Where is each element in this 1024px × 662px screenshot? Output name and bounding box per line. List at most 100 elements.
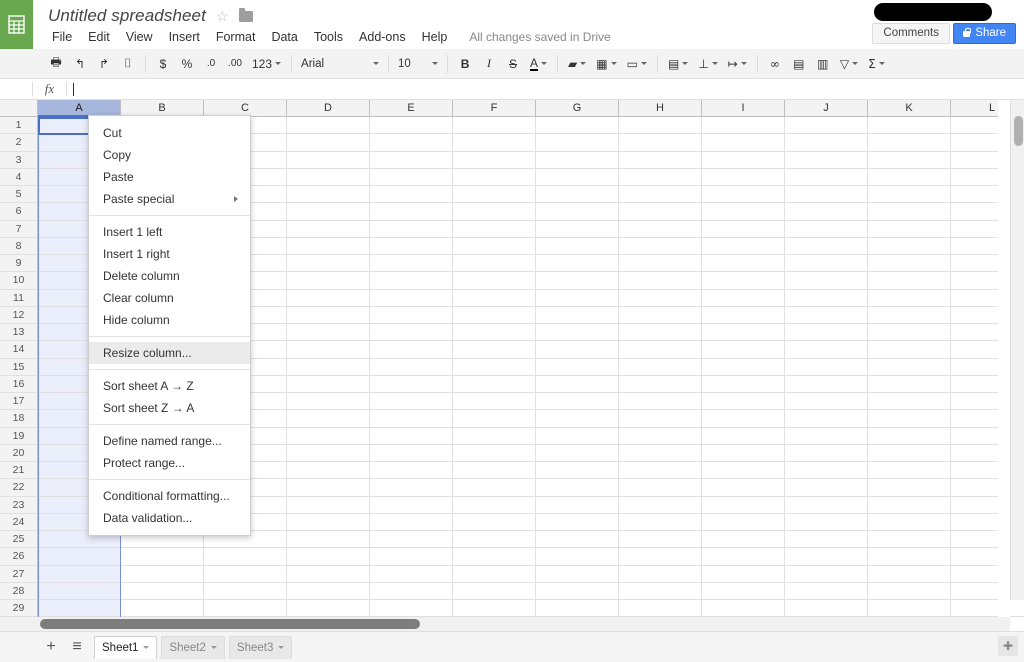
- cell-I17[interactable]: [702, 393, 785, 411]
- row-header-25[interactable]: 25: [0, 531, 38, 549]
- cell-G11[interactable]: [536, 289, 619, 307]
- row-header-11[interactable]: 11: [0, 289, 38, 307]
- cell-H24[interactable]: [619, 513, 702, 531]
- text-wrap-button[interactable]: ↦: [724, 53, 751, 75]
- cell-F21[interactable]: [453, 462, 536, 480]
- cell-F26[interactable]: [453, 548, 536, 566]
- cell-D29[interactable]: [287, 600, 370, 617]
- text-color-button[interactable]: A: [526, 53, 551, 75]
- cell-H23[interactable]: [619, 496, 702, 514]
- menu-format[interactable]: Format: [208, 28, 264, 46]
- cell-D4[interactable]: [287, 168, 370, 186]
- cell-G25[interactable]: [536, 531, 619, 549]
- cell-H27[interactable]: [619, 565, 702, 583]
- row-header-16[interactable]: 16: [0, 375, 38, 393]
- row-header-1[interactable]: 1: [0, 117, 38, 135]
- cell-J15[interactable]: [785, 358, 868, 376]
- cell-D3[interactable]: [287, 151, 370, 169]
- cell-D6[interactable]: [287, 203, 370, 221]
- cell-J1[interactable]: [785, 117, 868, 135]
- column-header-e[interactable]: E: [370, 100, 453, 117]
- menu-tools[interactable]: Tools: [306, 28, 351, 46]
- chevron-down-icon[interactable]: [278, 646, 285, 649]
- horizontal-align-button[interactable]: ▤: [664, 53, 692, 75]
- cell-K17[interactable]: [868, 393, 951, 411]
- cell-J17[interactable]: [785, 393, 868, 411]
- cell-G5[interactable]: [536, 186, 619, 204]
- cell-G7[interactable]: [536, 220, 619, 238]
- increase-decimal-button[interactable]: .00: [224, 53, 246, 75]
- cell-K15[interactable]: [868, 358, 951, 376]
- cell-F10[interactable]: [453, 272, 536, 290]
- cell-I20[interactable]: [702, 444, 785, 462]
- cell-J21[interactable]: [785, 462, 868, 480]
- context-menu-item-clear-column[interactable]: Clear column: [89, 287, 250, 309]
- cell-G1[interactable]: [536, 117, 619, 135]
- cell-E21[interactable]: [370, 462, 453, 480]
- row-header-3[interactable]: 3: [0, 151, 38, 169]
- menu-data[interactable]: Data: [263, 28, 305, 46]
- row-header-12[interactable]: 12: [0, 306, 38, 324]
- cell-J10[interactable]: [785, 272, 868, 290]
- cell-E17[interactable]: [370, 393, 453, 411]
- cell-K1[interactable]: [868, 117, 951, 135]
- fill-color-button[interactable]: ▰: [564, 53, 590, 75]
- cell-E16[interactable]: [370, 375, 453, 393]
- cell-D7[interactable]: [287, 220, 370, 238]
- cell-H28[interactable]: [619, 582, 702, 600]
- cell-I25[interactable]: [702, 531, 785, 549]
- context-menu-item-sort-sheet-z-a[interactable]: Sort sheet Z → A: [89, 397, 250, 419]
- insert-chart-icon[interactable]: ▥: [812, 53, 834, 75]
- column-context-menu[interactable]: Cut Copy Paste Paste special Insert 1 left In…: [88, 115, 251, 536]
- cell-K4[interactable]: [868, 168, 951, 186]
- menu-insert[interactable]: Insert: [161, 28, 208, 46]
- cell-K2[interactable]: [868, 134, 951, 152]
- vertical-scrollbar[interactable]: [1010, 100, 1024, 600]
- cell-K8[interactable]: [868, 237, 951, 255]
- cell-C28[interactable]: [204, 582, 287, 600]
- row-header-2[interactable]: 2: [0, 134, 38, 152]
- cell-J19[interactable]: [785, 427, 868, 445]
- cell-J25[interactable]: [785, 531, 868, 549]
- cell-I10[interactable]: [702, 272, 785, 290]
- cell-B29[interactable]: [121, 600, 204, 617]
- context-menu-item-protect-range[interactable]: Protect range...: [89, 452, 250, 474]
- cell-I28[interactable]: [702, 582, 785, 600]
- column-header-h[interactable]: H: [619, 100, 702, 117]
- cell-J4[interactable]: [785, 168, 868, 186]
- explore-icon[interactable]: ✚: [998, 636, 1018, 656]
- cell-A27[interactable]: [38, 565, 121, 583]
- cell-J16[interactable]: [785, 375, 868, 393]
- cell-G2[interactable]: [536, 134, 619, 152]
- share-button[interactable]: Share: [953, 23, 1016, 44]
- cell-J28[interactable]: [785, 582, 868, 600]
- cell-J20[interactable]: [785, 444, 868, 462]
- context-menu-item-cut[interactable]: Cut: [89, 122, 250, 144]
- cell-G22[interactable]: [536, 479, 619, 497]
- cell-H3[interactable]: [619, 151, 702, 169]
- formula-input[interactable]: [67, 79, 1024, 100]
- cell-F13[interactable]: [453, 324, 536, 342]
- column-header-k[interactable]: K: [868, 100, 951, 117]
- row-header-18[interactable]: 18: [0, 410, 38, 428]
- chevron-down-icon[interactable]: [143, 646, 150, 649]
- cell-K21[interactable]: [868, 462, 951, 480]
- paint-format-icon[interactable]: ⌷: [117, 53, 139, 75]
- cell-H2[interactable]: [619, 134, 702, 152]
- cell-G17[interactable]: [536, 393, 619, 411]
- cell-J27[interactable]: [785, 565, 868, 583]
- cell-D15[interactable]: [287, 358, 370, 376]
- undo-icon[interactable]: ↰: [69, 53, 91, 75]
- cell-E3[interactable]: [370, 151, 453, 169]
- cell-E14[interactable]: [370, 341, 453, 359]
- cell-F1[interactable]: [453, 117, 536, 135]
- cell-J5[interactable]: [785, 186, 868, 204]
- cell-H29[interactable]: [619, 600, 702, 617]
- cell-G12[interactable]: [536, 306, 619, 324]
- cell-E19[interactable]: [370, 427, 453, 445]
- cell-K27[interactable]: [868, 565, 951, 583]
- cell-H14[interactable]: [619, 341, 702, 359]
- cell-D2[interactable]: [287, 134, 370, 152]
- cell-E12[interactable]: [370, 306, 453, 324]
- sheet-tab-sheet1[interactable]: Sheet1: [94, 635, 158, 659]
